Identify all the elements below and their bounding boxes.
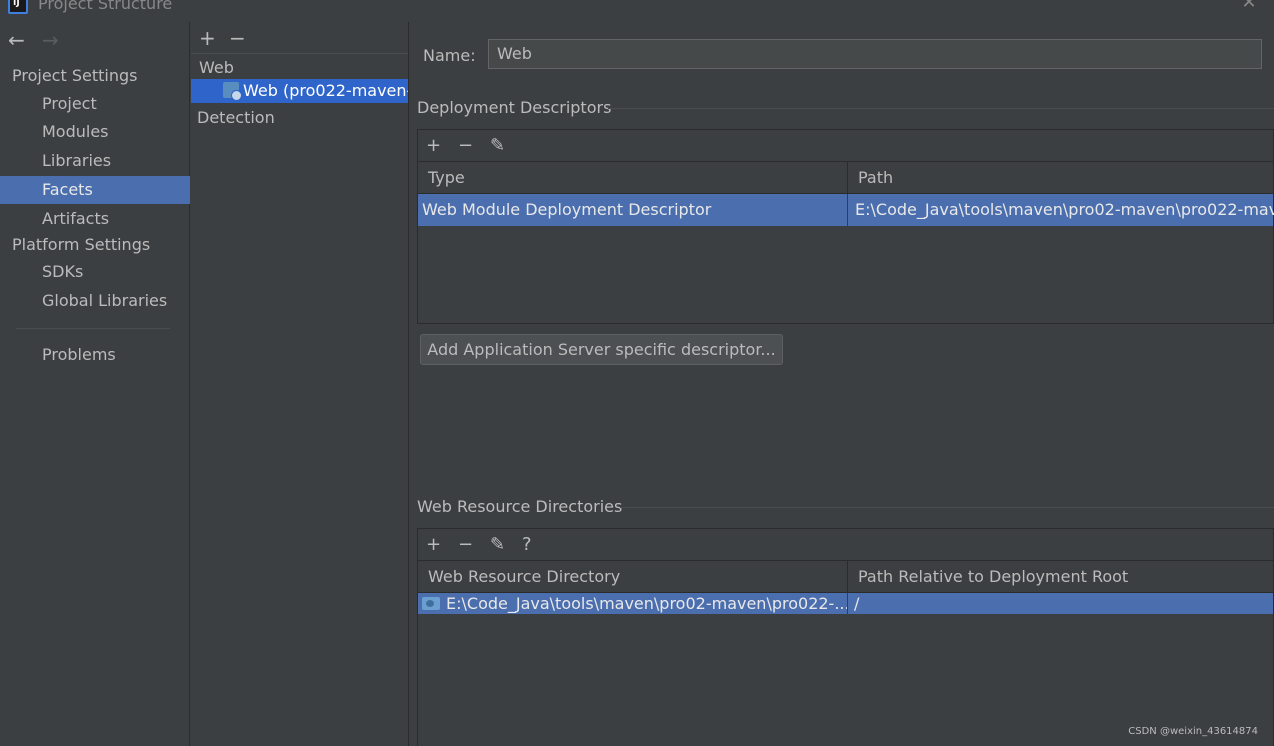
descriptor-type-cell: Web Module Deployment Descriptor — [418, 194, 848, 226]
intellij-app-icon: IJ — [8, 0, 28, 14]
forward-arrow-icon[interactable]: → — [42, 30, 66, 50]
window-title: Project Structure — [38, 0, 173, 13]
nav-item-modules[interactable]: Modules — [0, 118, 190, 146]
table-row[interactable]: E:\Code_Java\tools\maven\pro02-maven\pro… — [418, 593, 1273, 614]
help-icon[interactable]: ? — [522, 529, 554, 561]
tree-node-detection[interactable]: Detection — [197, 108, 275, 127]
section-divider — [620, 507, 1274, 508]
web-folder-icon — [422, 597, 440, 610]
tree-node-web[interactable]: Web — [199, 58, 234, 77]
column-header-path[interactable]: Path — [848, 162, 1274, 194]
column-header-relative-path[interactable]: Path Relative to Deployment Root — [848, 561, 1274, 593]
nav-divider — [16, 328, 170, 329]
resource-directory-cell: E:\Code_Java\tools\maven\pro02-maven\pro… — [418, 593, 848, 614]
nav-item-project[interactable]: Project — [0, 90, 190, 118]
deployment-descriptors-table: + − ✎ Type Path Web Module Deployment Desc… — [417, 129, 1274, 324]
relative-path-cell: / — [854, 594, 860, 613]
web-resource-directories-title: Web Resource Directories — [417, 497, 623, 516]
column-header-directory[interactable]: Web Resource Directory — [418, 561, 848, 593]
close-icon[interactable]: ✕ — [1240, 0, 1258, 12]
nav-item-libraries[interactable]: Libraries — [0, 147, 190, 175]
title-bar: IJ Project Structure ✕ — [0, 0, 1274, 22]
descriptor-toolbar: + − ✎ — [418, 130, 1273, 162]
web-resource-directories-table: + − ✎? Web Resource Directory Path Relativ… — [417, 528, 1274, 746]
nav-item-problems[interactable]: Problems — [0, 341, 190, 369]
column-header-type[interactable]: Type — [418, 162, 848, 194]
tree-toolbar: + − — [199, 26, 259, 50]
remove-icon[interactable]: − — [458, 529, 490, 561]
table-header: Type Path — [418, 162, 1273, 194]
nav-item-sdks[interactable]: SDKs — [0, 258, 190, 286]
nav-item-artifacts[interactable]: Artifacts — [0, 205, 190, 233]
section-divider — [608, 108, 1274, 109]
web-facet-icon — [223, 82, 242, 101]
table-row[interactable]: Web Module Deployment Descriptor E:\Code… — [418, 194, 1274, 226]
remove-icon[interactable]: − — [229, 26, 259, 50]
nav-item-global-libraries[interactable]: Global Libraries — [0, 287, 190, 315]
tree-node-web-facet[interactable]: Web (pro022-maven-web) — [191, 79, 408, 103]
tree-node-label: Web (pro022-maven-web) — [243, 81, 408, 100]
remove-icon[interactable]: − — [458, 130, 490, 162]
settings-nav: ← → Project Settings Project Modules Libr… — [0, 22, 190, 746]
name-label: Name: — [423, 46, 476, 65]
project-settings-heading: Project Settings — [12, 66, 138, 85]
add-icon[interactable]: + — [199, 26, 229, 50]
name-field[interactable]: Web — [488, 39, 1262, 69]
edit-icon[interactable]: ✎ — [490, 529, 522, 561]
descriptor-path-cell: E:\Code_Java\tools\maven\pro02-maven\pro… — [855, 200, 1274, 219]
watermark: CSDN @weixin_43614874 — [1128, 726, 1258, 737]
toolbar-divider — [191, 53, 408, 54]
facet-tree-panel: +− Web Web (pro022-maven-web) Detection — [191, 22, 409, 746]
table-header: Web Resource Directory Path Relative to … — [418, 561, 1273, 593]
add-server-descriptor-button[interactable]: Add Application Server specific descript… — [420, 334, 783, 365]
edit-icon[interactable]: ✎ — [490, 130, 522, 162]
facet-details-panel: Name: Web Deployment Descriptors + − ✎ Typ… — [410, 22, 1274, 746]
nav-item-facets[interactable]: Facets — [0, 176, 190, 204]
add-icon[interactable]: + — [426, 130, 458, 162]
platform-settings-heading: Platform Settings — [12, 235, 151, 254]
add-icon[interactable]: + — [426, 529, 458, 561]
resource-directory-text: E:\Code_Java\tools\maven\pro02-maven\pro… — [446, 594, 848, 613]
deployment-descriptors-title: Deployment Descriptors — [417, 98, 612, 117]
back-arrow-icon[interactable]: ← — [8, 30, 32, 50]
resource-toolbar: + − ✎? — [418, 529, 1273, 561]
nav-arrows: ← → — [8, 30, 66, 50]
